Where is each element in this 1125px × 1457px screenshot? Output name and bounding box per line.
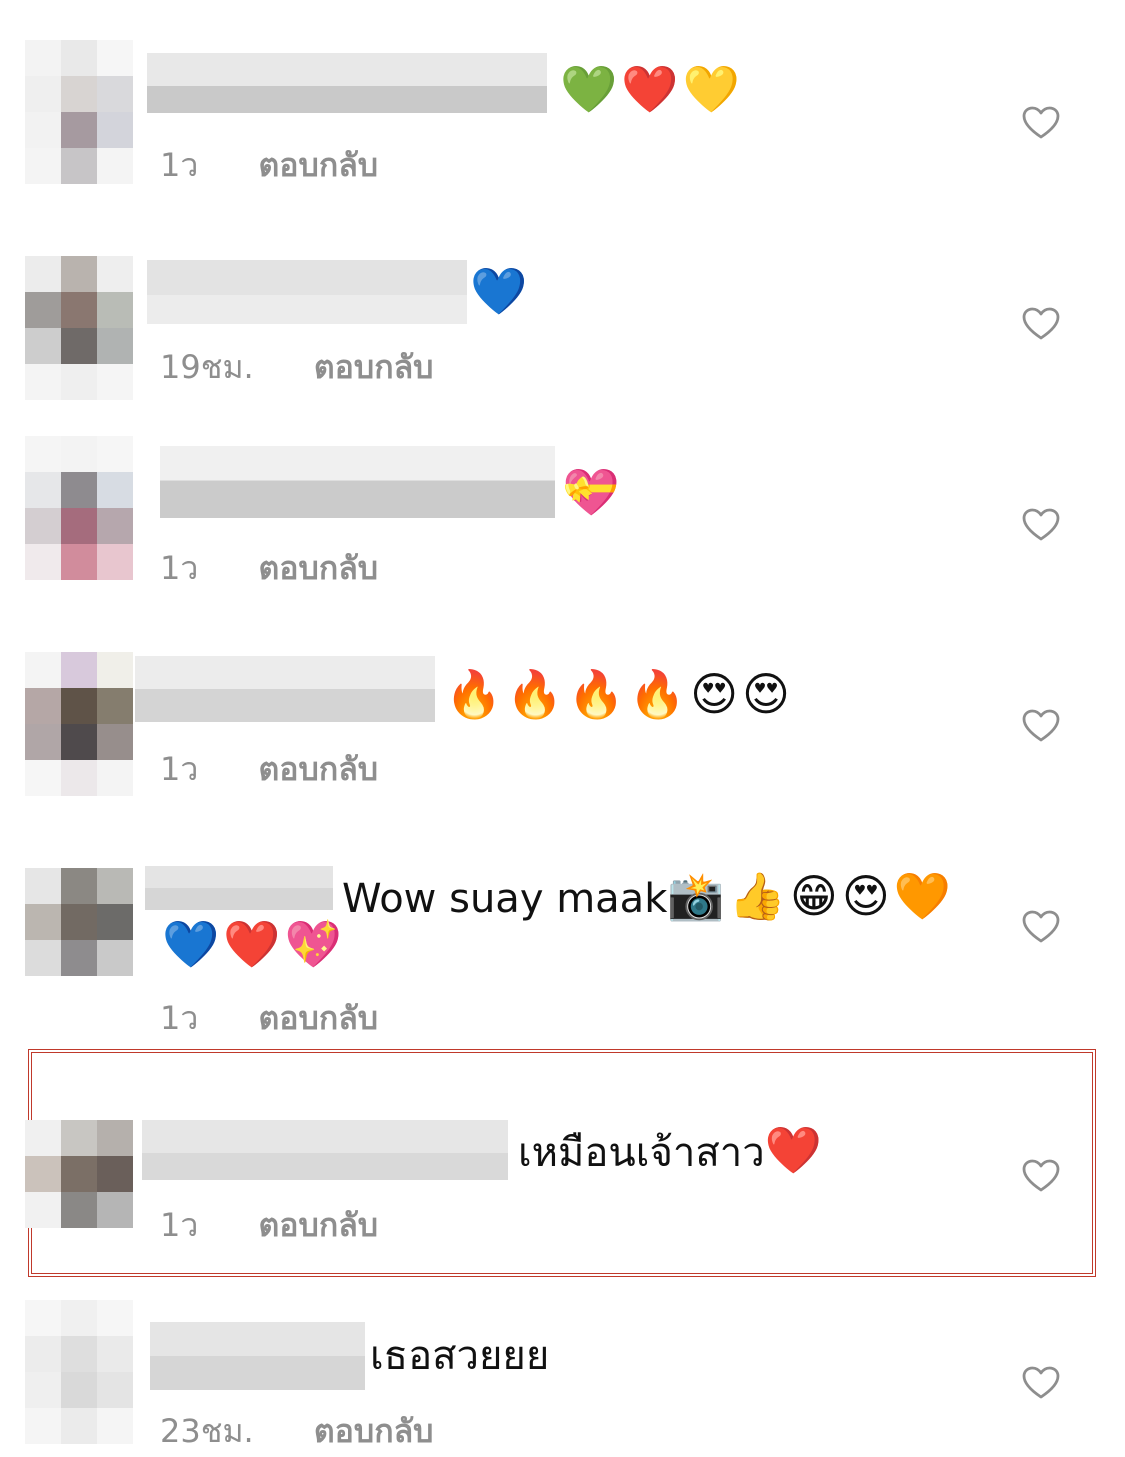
comment-time: 1ว bbox=[160, 1206, 199, 1244]
comment-time: 1ว bbox=[160, 999, 199, 1037]
comment-time: 19ชม. bbox=[160, 348, 254, 386]
comment-meta: 1ว ตอบกลับ bbox=[160, 1200, 378, 1251]
avatar[interactable] bbox=[25, 256, 133, 400]
reply-button[interactable]: ตอบกลับ bbox=[314, 1406, 434, 1457]
avatar[interactable] bbox=[25, 652, 133, 796]
username-blurred[interactable] bbox=[142, 1120, 508, 1180]
comment-text: 🔥🔥🔥🔥😍😍 bbox=[445, 667, 795, 721]
comment-meta: 23ชม. ตอบกลับ bbox=[160, 1406, 433, 1457]
comment-text-words: Wow suay maak bbox=[342, 876, 668, 922]
comment-time: 1ว bbox=[160, 549, 199, 587]
heart-outline-icon[interactable] bbox=[1022, 508, 1060, 542]
heart-outline-icon[interactable] bbox=[1022, 307, 1060, 341]
reply-button[interactable]: ตอบกลับ bbox=[259, 543, 379, 594]
heart-outline-icon[interactable] bbox=[1022, 910, 1060, 944]
comment-meta: 1ว ตอบกลับ bbox=[160, 993, 378, 1044]
comment-text: เหมือนเจ้าสาว❤️ bbox=[518, 1124, 826, 1177]
username-blurred[interactable] bbox=[135, 656, 435, 722]
heart-outline-icon[interactable] bbox=[1022, 1159, 1060, 1193]
comment-text: 💝 bbox=[562, 465, 624, 519]
username-blurred[interactable] bbox=[145, 866, 333, 910]
comment-text-line2: 💙❤️💖 bbox=[162, 917, 346, 971]
comment-meta: 19ชม. ตอบกลับ bbox=[160, 342, 433, 393]
comment-time: 23ชม. bbox=[160, 1412, 254, 1450]
username-blurred[interactable] bbox=[160, 446, 555, 518]
comment-text: เธอสวยยย bbox=[370, 1333, 550, 1379]
heart-outline-icon[interactable] bbox=[1022, 1366, 1060, 1400]
comment-emoji: 📸👍😁😍🧡 bbox=[667, 869, 956, 923]
comment-text: 💙 bbox=[470, 264, 532, 318]
username-blurred[interactable] bbox=[147, 53, 547, 113]
comment-meta: 1ว ตอบกลับ bbox=[160, 140, 378, 191]
reply-button[interactable]: ตอบกลับ bbox=[259, 140, 379, 191]
comment-time: 1ว bbox=[160, 750, 199, 788]
avatar[interactable] bbox=[25, 1120, 133, 1228]
comment-emoji: ❤️ bbox=[764, 1123, 826, 1177]
avatar[interactable] bbox=[25, 1300, 133, 1444]
reply-button[interactable]: ตอบกลับ bbox=[259, 993, 379, 1044]
avatar[interactable] bbox=[25, 436, 133, 580]
username-blurred[interactable] bbox=[150, 1322, 365, 1390]
comment-text-words: เหมือนเจ้าสาว bbox=[518, 1130, 765, 1176]
comment-meta: 1ว ตอบกลับ bbox=[160, 543, 378, 594]
username-blurred[interactable] bbox=[147, 260, 467, 324]
heart-outline-icon[interactable] bbox=[1022, 709, 1060, 743]
reply-button[interactable]: ตอบกลับ bbox=[259, 744, 379, 795]
reply-button[interactable]: ตอบกลับ bbox=[259, 1200, 379, 1251]
reply-button[interactable]: ตอบกลับ bbox=[314, 342, 434, 393]
comment-time: 1ว bbox=[160, 146, 199, 184]
comment-text: 💚❤️💛 bbox=[560, 62, 744, 116]
heart-outline-icon[interactable] bbox=[1022, 106, 1060, 140]
avatar[interactable] bbox=[25, 868, 133, 1012]
comment-meta: 1ว ตอบกลับ bbox=[160, 744, 378, 795]
avatar[interactable] bbox=[25, 40, 133, 184]
comment-text: Wow suay maak📸👍😁😍🧡 bbox=[342, 870, 955, 923]
